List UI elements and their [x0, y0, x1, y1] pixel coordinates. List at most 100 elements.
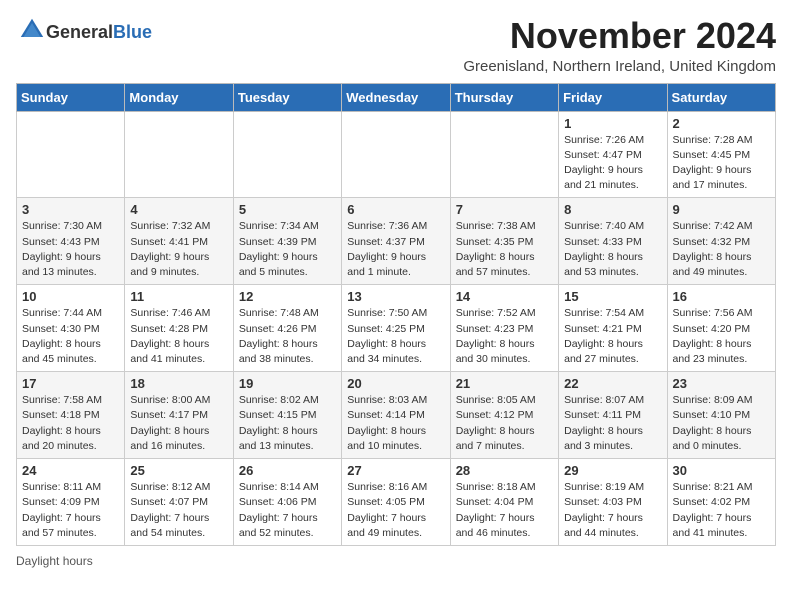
day-info: Sunrise: 7:26 AM Sunset: 4:47 PM Dayligh…: [564, 133, 661, 194]
day-number: 29: [564, 463, 661, 478]
calendar-cell: 4Sunrise: 7:32 AM Sunset: 4:41 PM Daylig…: [125, 198, 233, 285]
page-header: GeneralBlue November 2024 Greenisland, N…: [16, 16, 776, 75]
calendar-cell: [233, 111, 341, 198]
day-info: Sunrise: 7:34 AM Sunset: 4:39 PM Dayligh…: [239, 219, 336, 280]
day-number: 12: [239, 289, 336, 304]
day-info: Sunrise: 8:07 AM Sunset: 4:11 PM Dayligh…: [564, 393, 661, 454]
day-info: Sunrise: 7:52 AM Sunset: 4:23 PM Dayligh…: [456, 306, 553, 367]
calendar-cell: [125, 111, 233, 198]
day-info: Sunrise: 7:54 AM Sunset: 4:21 PM Dayligh…: [564, 306, 661, 367]
day-number: 16: [673, 289, 770, 304]
calendar-week-row: 1Sunrise: 7:26 AM Sunset: 4:47 PM Daylig…: [17, 111, 776, 198]
logo-blue-text: Blue: [113, 22, 152, 42]
calendar-cell: 15 Sunrise: 7:54 AM Sunset: 4:21 PM Dayli…: [559, 285, 667, 372]
day-number: 30: [673, 463, 770, 478]
day-number: 5: [239, 202, 336, 217]
col-header-thursday: Thursday: [450, 83, 558, 111]
day-info: Sunrise: 8:00 AM Sunset: 4:17 PM Dayligh…: [130, 393, 227, 454]
day-number: 9: [673, 202, 770, 217]
day-info: Sunrise: 7:30 AM Sunset: 4:43 PM Dayligh…: [22, 219, 119, 280]
calendar-cell: 9Sunrise: 7:42 AM Sunset: 4:32 PM Daylig…: [667, 198, 775, 285]
day-number: 25: [130, 463, 227, 478]
month-title: November 2024: [463, 16, 776, 56]
day-info: Sunrise: 7:46 AM Sunset: 4:28 PM Dayligh…: [130, 306, 227, 367]
day-info: Sunrise: 8:09 AM Sunset: 4:10 PM Dayligh…: [673, 393, 770, 454]
day-info: Sunrise: 8:12 AM Sunset: 4:07 PM Dayligh…: [130, 480, 227, 541]
calendar-cell: 3Sunrise: 7:30 AM Sunset: 4:43 PM Daylig…: [17, 198, 125, 285]
day-number: 17: [22, 376, 119, 391]
calendar-cell: 18 Sunrise: 8:00 AM Sunset: 4:17 PM Dayli…: [125, 372, 233, 459]
day-number: 23: [673, 376, 770, 391]
day-info: Sunrise: 8:21 AM Sunset: 4:02 PM Dayligh…: [673, 480, 770, 541]
calendar-cell: 10 Sunrise: 7:44 AM Sunset: 4:30 PM Dayli…: [17, 285, 125, 372]
day-info: Sunrise: 7:44 AM Sunset: 4:30 PM Dayligh…: [22, 306, 119, 367]
day-info: Sunrise: 7:50 AM Sunset: 4:25 PM Dayligh…: [347, 306, 444, 367]
day-info: Sunrise: 7:58 AM Sunset: 4:18 PM Dayligh…: [22, 393, 119, 454]
calendar-cell: 19 Sunrise: 8:02 AM Sunset: 4:15 PM Dayli…: [233, 372, 341, 459]
day-info: Sunrise: 8:18 AM Sunset: 4:04 PM Dayligh…: [456, 480, 553, 541]
day-number: 15: [564, 289, 661, 304]
calendar-cell: 23 Sunrise: 8:09 AM Sunset: 4:10 PM Dayli…: [667, 372, 775, 459]
col-header-tuesday: Tuesday: [233, 83, 341, 111]
calendar-cell: 17 Sunrise: 7:58 AM Sunset: 4:18 PM Dayli…: [17, 372, 125, 459]
calendar-cell: 29 Sunrise: 8:19 AM Sunset: 4:03 PM Dayli…: [559, 459, 667, 546]
col-header-sunday: Sunday: [17, 83, 125, 111]
calendar-cell: 16 Sunrise: 7:56 AM Sunset: 4:20 PM Dayli…: [667, 285, 775, 372]
day-info: Sunrise: 7:48 AM Sunset: 4:26 PM Dayligh…: [239, 306, 336, 367]
calendar-week-row: 10 Sunrise: 7:44 AM Sunset: 4:30 PM Dayli…: [17, 285, 776, 372]
calendar-cell: 21 Sunrise: 8:05 AM Sunset: 4:12 PM Dayli…: [450, 372, 558, 459]
calendar-header-row: SundayMondayTuesdayWednesdayThursdayFrid…: [17, 83, 776, 111]
day-info: Sunrise: 7:56 AM Sunset: 4:20 PM Dayligh…: [673, 306, 770, 367]
calendar-cell: 28 Sunrise: 8:18 AM Sunset: 4:04 PM Dayli…: [450, 459, 558, 546]
day-info: Sunrise: 8:16 AM Sunset: 4:05 PM Dayligh…: [347, 480, 444, 541]
day-info: Sunrise: 7:32 AM Sunset: 4:41 PM Dayligh…: [130, 219, 227, 280]
day-number: 22: [564, 376, 661, 391]
day-number: 18: [130, 376, 227, 391]
calendar-cell: 27 Sunrise: 8:16 AM Sunset: 4:05 PM Dayli…: [342, 459, 450, 546]
calendar-cell: 7 Sunrise: 7:38 AM Sunset: 4:35 PM Daylig…: [450, 198, 558, 285]
calendar-cell: 24Sunrise: 8:11 AM Sunset: 4:09 PM Dayli…: [17, 459, 125, 546]
day-number: 13: [347, 289, 444, 304]
day-number: 28: [456, 463, 553, 478]
day-number: 20: [347, 376, 444, 391]
calendar-cell: 13 Sunrise: 7:50 AM Sunset: 4:25 PM Dayli…: [342, 285, 450, 372]
calendar-table: SundayMondayTuesdayWednesdayThursdayFrid…: [16, 83, 776, 546]
col-header-saturday: Saturday: [667, 83, 775, 111]
day-info: Sunrise: 8:02 AM Sunset: 4:15 PM Dayligh…: [239, 393, 336, 454]
day-number: 14: [456, 289, 553, 304]
calendar-cell: 14 Sunrise: 7:52 AM Sunset: 4:23 PM Dayli…: [450, 285, 558, 372]
day-info: Sunrise: 7:36 AM Sunset: 4:37 PM Dayligh…: [347, 219, 444, 280]
calendar-cell: 22 Sunrise: 8:07 AM Sunset: 4:11 PM Dayli…: [559, 372, 667, 459]
calendar-cell: 20 Sunrise: 8:03 AM Sunset: 4:14 PM Dayli…: [342, 372, 450, 459]
day-number: 7: [456, 202, 553, 217]
calendar-week-row: 24Sunrise: 8:11 AM Sunset: 4:09 PM Dayli…: [17, 459, 776, 546]
calendar-cell: 25 Sunrise: 8:12 AM Sunset: 4:07 PM Dayli…: [125, 459, 233, 546]
day-number: 19: [239, 376, 336, 391]
daylight-hours-label: Daylight hours: [16, 554, 93, 568]
legend: Daylight hours: [16, 554, 776, 568]
calendar-cell: 11 Sunrise: 7:46 AM Sunset: 4:28 PM Dayli…: [125, 285, 233, 372]
day-number: 21: [456, 376, 553, 391]
logo-general-text: General: [46, 22, 113, 42]
day-info: Sunrise: 8:03 AM Sunset: 4:14 PM Dayligh…: [347, 393, 444, 454]
title-block: November 2024 Greenisland, Northern Irel…: [463, 16, 776, 75]
day-info: Sunrise: 8:05 AM Sunset: 4:12 PM Dayligh…: [456, 393, 553, 454]
col-header-wednesday: Wednesday: [342, 83, 450, 111]
day-number: 11: [130, 289, 227, 304]
calendar-week-row: 3Sunrise: 7:30 AM Sunset: 4:43 PM Daylig…: [17, 198, 776, 285]
day-info: Sunrise: 7:38 AM Sunset: 4:35 PM Dayligh…: [456, 219, 553, 280]
day-info: Sunrise: 7:40 AM Sunset: 4:33 PM Dayligh…: [564, 219, 661, 280]
day-number: 6: [347, 202, 444, 217]
calendar-cell: [450, 111, 558, 198]
calendar-cell: [342, 111, 450, 198]
day-info: Sunrise: 8:14 AM Sunset: 4:06 PM Dayligh…: [239, 480, 336, 541]
day-number: 27: [347, 463, 444, 478]
calendar-cell: 30 Sunrise: 8:21 AM Sunset: 4:02 PM Dayli…: [667, 459, 775, 546]
day-number: 8: [564, 202, 661, 217]
calendar-cell: 2Sunrise: 7:28 AM Sunset: 4:45 PM Daylig…: [667, 111, 775, 198]
logo: GeneralBlue: [16, 16, 152, 49]
col-header-friday: Friday: [559, 83, 667, 111]
logo-icon: [18, 16, 46, 44]
day-info: Sunrise: 8:19 AM Sunset: 4:03 PM Dayligh…: [564, 480, 661, 541]
day-number: 10: [22, 289, 119, 304]
